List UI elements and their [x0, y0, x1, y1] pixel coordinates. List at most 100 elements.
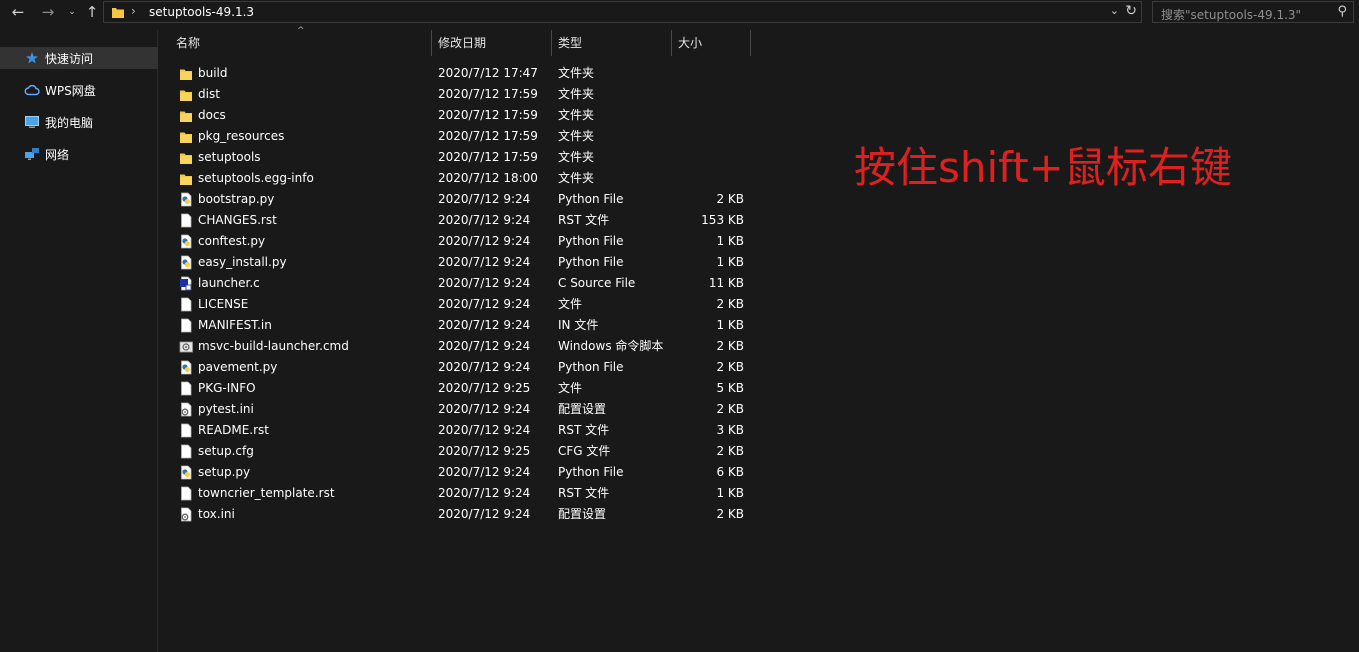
file-date-modified: 2020/7/12 9:24: [438, 360, 531, 374]
file-name: MANIFEST.in: [198, 318, 272, 332]
refresh-icon[interactable]: ↻: [1125, 3, 1137, 19]
search-box[interactable]: 搜索"setuptools-49.1.3" ⚲: [1152, 1, 1354, 23]
table-row[interactable]: pytest.ini 2020/7/12 9:24 配置设置 2 KB: [159, 399, 759, 420]
column-divider[interactable]: [551, 30, 552, 56]
file-icon: [181, 213, 192, 228]
file-name: build: [198, 66, 228, 80]
file-type: 文件夹: [558, 129, 595, 143]
file-type: RST 文件: [558, 213, 610, 227]
table-row[interactable]: PKG-INFO 2020/7/12 9:25 文件 5 KB: [159, 378, 759, 399]
c-file-icon: [180, 276, 192, 291]
table-row[interactable]: LICENSE 2020/7/12 9:24 文件 2 KB: [159, 294, 759, 315]
file-size: 1 KB: [716, 318, 744, 332]
settings-file-icon: [181, 507, 192, 522]
sidebar-item-this-pc[interactable]: 我的电脑: [0, 111, 158, 133]
file-name: dist: [198, 87, 220, 101]
search-placeholder: 搜索"setuptools-49.1.3": [1161, 8, 1302, 22]
table-row[interactable]: dist 2020/7/12 17:59 文件夹: [159, 84, 759, 105]
file-name: docs: [198, 108, 226, 122]
file-date-modified: 2020/7/12 9:24: [438, 276, 531, 290]
column-divider[interactable]: [431, 30, 432, 56]
file-type: Python File: [558, 465, 624, 479]
sidebar-item-wps-drive[interactable]: WPS网盘: [0, 79, 158, 101]
file-type: RST 文件: [558, 423, 610, 437]
file-size: 6 KB: [716, 465, 744, 479]
network-icon: [25, 148, 39, 160]
file-size: [669, 147, 744, 168]
folder-icon: [180, 174, 192, 185]
search-icon[interactable]: ⚲: [1337, 4, 1347, 19]
table-row[interactable]: setup.py 2020/7/12 9:24 Python File 6 KB: [159, 462, 759, 483]
table-row[interactable]: towncrier_template.rst 2020/7/12 9:24 RST …: [159, 483, 759, 504]
table-row[interactable]: launcher.c 2020/7/12 9:24 C Source File 11 …: [159, 273, 759, 294]
folder-icon: [112, 8, 124, 18]
file-date-modified: 2020/7/12 9:24: [438, 297, 531, 311]
folder-icon: [180, 90, 192, 101]
python-file-icon: [181, 255, 192, 270]
file-size: 2 KB: [716, 297, 744, 311]
forward-button[interactable]: →: [38, 2, 58, 22]
file-date-modified: 2020/7/12 9:24: [438, 486, 531, 500]
table-row[interactable]: pkg_resources 2020/7/12 17:59 文件夹: [159, 126, 759, 147]
column-header-date[interactable]: 修改日期: [433, 30, 551, 56]
table-row[interactable]: MANIFEST.in 2020/7/12 9:24 IN 文件 1 KB: [159, 315, 759, 336]
file-name: towncrier_template.rst: [198, 486, 335, 500]
file-icon: [181, 444, 192, 459]
file-name: README.rst: [198, 423, 270, 437]
file-date-modified: 2020/7/12 9:24: [438, 423, 531, 437]
breadcrumb-current[interactable]: setuptools-49.1.3: [149, 5, 254, 19]
file-name: launcher.c: [198, 276, 260, 290]
folder-icon: [180, 69, 192, 80]
table-row[interactable]: pavement.py 2020/7/12 9:24 Python File 2 KB: [159, 357, 759, 378]
file-size: 2 KB: [716, 192, 744, 206]
table-row[interactable]: CHANGES.rst 2020/7/12 9:24 RST 文件 153 KB: [159, 210, 759, 231]
file-size: 2 KB: [716, 507, 744, 521]
navigation-pane: 快速访问 WPS网盘 我的电脑 网络: [0, 30, 158, 652]
file-date-modified: 2020/7/12 18:00: [438, 171, 538, 185]
file-size: 2 KB: [716, 402, 744, 416]
file-type: Python File: [558, 234, 624, 248]
table-row[interactable]: easy_install.py 2020/7/12 9:24 Python File…: [159, 252, 759, 273]
file-date-modified: 2020/7/12 9:25: [438, 444, 531, 458]
table-row[interactable]: docs 2020/7/12 17:59 文件夹: [159, 105, 759, 126]
table-row[interactable]: build 2020/7/12 17:47 文件夹: [159, 63, 759, 84]
settings-file-icon: [181, 402, 192, 417]
cloud-icon: [24, 84, 40, 96]
column-divider[interactable]: [750, 30, 751, 56]
file-type: 文件夹: [558, 108, 595, 122]
file-date-modified: 2020/7/12 9:24: [438, 465, 531, 479]
sidebar-item-quick-access[interactable]: 快速访问: [0, 47, 158, 69]
column-header-name[interactable]: 名称: [171, 30, 431, 56]
file-size: 1 KB: [716, 234, 744, 248]
file-name: msvc-build-launcher.cmd: [198, 339, 349, 353]
table-row[interactable]: setuptools 2020/7/12 17:59 文件夹: [159, 147, 759, 168]
sidebar-item-network[interactable]: 网络: [0, 143, 158, 165]
back-button[interactable]: ←: [8, 2, 28, 22]
file-size: [669, 63, 744, 84]
up-button[interactable]: ↑: [82, 2, 102, 22]
file-date-modified: 2020/7/12 9:24: [438, 255, 531, 269]
file-date-modified: 2020/7/12 9:24: [438, 339, 531, 353]
file-size: [669, 168, 744, 189]
file-date-modified: 2020/7/12 9:25: [438, 381, 531, 395]
file-size: 2 KB: [716, 444, 744, 458]
file-icon: [181, 297, 192, 312]
table-row[interactable]: msvc-build-launcher.cmd 2020/7/12 9:24 Win…: [159, 336, 759, 357]
table-row[interactable]: tox.ini 2020/7/12 9:24 配置设置 2 KB: [159, 504, 759, 525]
file-icon: [181, 486, 192, 501]
column-divider[interactable]: [671, 30, 672, 56]
table-row[interactable]: conftest.py 2020/7/12 9:24 Python File 1 KB: [159, 231, 759, 252]
file-type: CFG 文件: [558, 444, 611, 458]
address-bar[interactable]: › setuptools-49.1.3 ⌄ ↻: [103, 1, 1142, 23]
column-header-size[interactable]: 大小: [673, 30, 750, 56]
file-type: Python File: [558, 360, 624, 374]
table-row[interactable]: bootstrap.py 2020/7/12 9:24 Python File 2 K…: [159, 189, 759, 210]
table-row[interactable]: setup.cfg 2020/7/12 9:25 CFG 文件 2 KB: [159, 441, 759, 462]
recent-locations-button[interactable]: ⌄: [66, 2, 78, 22]
column-header-type[interactable]: 类型: [553, 30, 671, 56]
table-row[interactable]: setuptools.egg-info 2020/7/12 18:00 文件夹: [159, 168, 759, 189]
address-dropdown-icon[interactable]: ⌄: [1110, 4, 1119, 17]
annotation-text: 按住shift+鼠标右键: [854, 143, 1232, 192]
table-row[interactable]: README.rst 2020/7/12 9:24 RST 文件 3 KB: [159, 420, 759, 441]
file-type: 配置设置: [558, 507, 607, 521]
